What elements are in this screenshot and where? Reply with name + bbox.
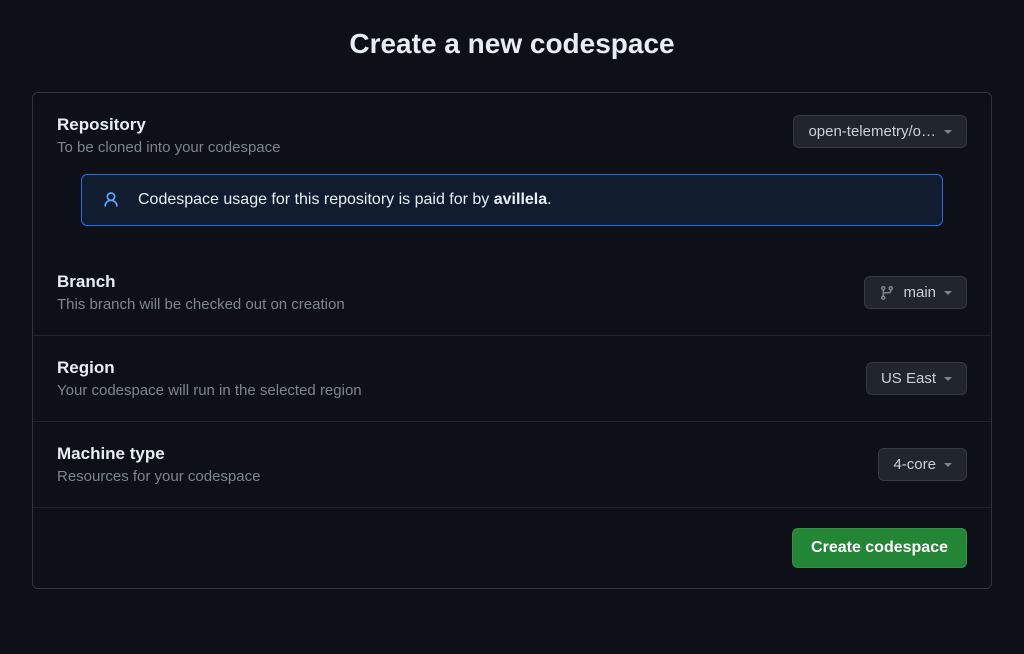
branch-selector[interactable]: main <box>864 276 967 309</box>
repository-desc: To be cloned into your codespace <box>57 139 773 156</box>
form-footer: Create codespace <box>33 508 991 588</box>
page-title: Create a new codespace <box>0 0 1024 92</box>
repository-section: Repository To be cloned into your codesp… <box>33 93 991 250</box>
create-codespace-button[interactable]: Create codespace <box>792 528 967 568</box>
region-desc: Your codespace will run in the selected … <box>57 382 846 399</box>
repository-selected-value: open-telemetry/o… <box>808 123 936 140</box>
region-label: Region <box>57 358 846 378</box>
caret-down-icon <box>944 463 952 467</box>
billing-notice: Codespace usage for this repository is p… <box>81 174 943 226</box>
billing-notice-text: Codespace usage for this repository is p… <box>138 191 552 209</box>
region-section: Region Your codespace will run in the se… <box>33 336 991 422</box>
caret-down-icon <box>944 130 952 134</box>
machine-selector[interactable]: 4-core <box>878 448 967 481</box>
codespace-form: Repository To be cloned into your codesp… <box>32 92 992 589</box>
branch-section: Branch This branch will be checked out o… <box>33 250 991 336</box>
repository-label: Repository <box>57 115 773 135</box>
branch-label: Branch <box>57 272 844 292</box>
caret-down-icon <box>944 377 952 381</box>
region-selector[interactable]: US East <box>866 362 967 395</box>
machine-selected-value: 4-core <box>893 456 936 473</box>
branch-desc: This branch will be checked out on creat… <box>57 296 844 313</box>
caret-down-icon <box>944 291 952 295</box>
machine-desc: Resources for your codespace <box>57 468 858 485</box>
person-icon <box>102 191 120 209</box>
machine-section: Machine type Resources for your codespac… <box>33 422 991 508</box>
region-selected-value: US East <box>881 370 936 387</box>
branch-selected-value: main <box>903 284 936 301</box>
git-branch-icon <box>879 285 895 301</box>
repository-selector[interactable]: open-telemetry/o… <box>793 115 967 148</box>
machine-label: Machine type <box>57 444 858 464</box>
